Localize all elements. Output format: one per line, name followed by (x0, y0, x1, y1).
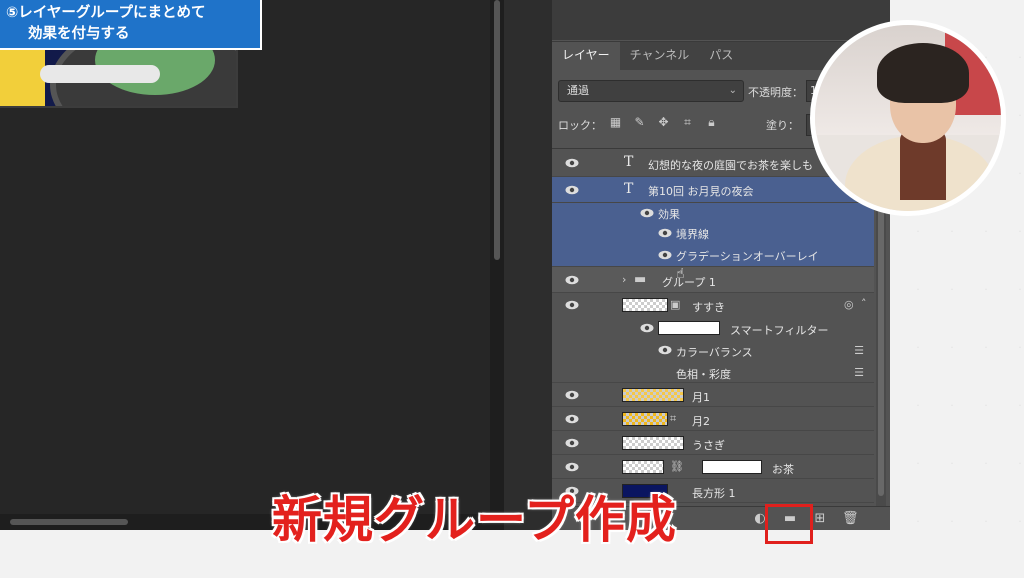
canvas-vertical-scrollbar[interactable] (490, 0, 504, 530)
eye-icon[interactable] (565, 438, 579, 448)
smart-object-icon: ▣ (670, 298, 681, 311)
eye-icon[interactable] (640, 208, 654, 218)
layer-thumbnail (622, 436, 684, 450)
layer-name: お茶 (772, 463, 794, 476)
layer-smart-filter-row[interactable]: スマートフィルター (552, 317, 874, 339)
eye-icon[interactable] (565, 300, 579, 310)
trash-icon[interactable]: 🗑︎ (842, 511, 859, 527)
layer-name: 長方形 1 (692, 487, 736, 500)
layer-name: グラデーションオーバーレイ (676, 250, 819, 263)
lock-all-icon[interactable]: 🔒︎ (704, 115, 719, 130)
blend-mode-value: 通過 (567, 84, 589, 97)
chevron-up-icon[interactable]: ˄ (861, 297, 867, 310)
layer-name: スマートフィルター (730, 324, 829, 337)
step-caption: ⑤レイヤーグループにまとめて 効果を付与する (0, 0, 262, 50)
eye-icon[interactable] (658, 250, 672, 260)
text-layer-icon: T (624, 181, 634, 197)
layer-row[interactable]: 月1 (552, 383, 874, 407)
layers-list: T 幻想的な夜の庭園でお茶を楽しも T 第10回 お月見の夜会 効果 境界線 グ… (552, 148, 874, 506)
lock-position-icon[interactable]: ✥ (656, 115, 671, 130)
filter-blend-icon[interactable]: ☰ (854, 366, 864, 379)
layer-name: 月2 (692, 415, 710, 428)
tab-paths[interactable]: パス (699, 42, 743, 70)
new-group-highlight (765, 504, 813, 544)
shape-icon: ⌗ (670, 412, 677, 425)
layer-name: 効果 (658, 208, 680, 221)
hand-cursor-icon: ☝ (676, 266, 685, 282)
step-caption-line1: ⑤レイヤーグループにまとめて (6, 5, 206, 21)
layer-thumbnail (622, 460, 664, 474)
layer-thumbnail (622, 298, 668, 312)
lock-image-icon[interactable]: ✎ (632, 115, 647, 130)
eye-icon[interactable] (565, 462, 579, 472)
tab-layers[interactable]: レイヤー (552, 42, 620, 70)
layer-row[interactable]: T 第10回 お月見の夜会 (552, 177, 874, 203)
layer-row[interactable]: うさぎ (552, 431, 874, 455)
layer-mask-thumbnail (702, 460, 762, 474)
layer-filter-row[interactable]: カラーバランス ☰ (552, 339, 874, 361)
eye-icon[interactable] (565, 414, 579, 424)
layer-filter-row[interactable]: 色相・彩度 ☰ (552, 361, 874, 383)
tab-channels[interactable]: チャンネル (620, 42, 700, 70)
main-caption: 新規グループ作成 (271, 490, 677, 550)
eye-icon[interactable] (565, 158, 579, 168)
layer-thumbnail (622, 412, 668, 426)
eye-icon[interactable] (565, 185, 579, 195)
layer-effects-row[interactable]: 効果 (552, 203, 874, 223)
presenter-hair (877, 43, 969, 103)
layer-name: 幻想的な夜の庭園でお茶を楽しも (648, 159, 813, 172)
layer-row[interactable]: ⌗ 月2 (552, 407, 874, 431)
layer-name: うさぎ (692, 439, 725, 452)
lock-artboard-icon[interactable]: ⌗ (680, 115, 695, 130)
layer-thumbnail (622, 388, 684, 402)
text-layer-icon: T (624, 154, 634, 170)
filter-options-icon[interactable]: ◎ (844, 298, 854, 311)
blend-mode-select[interactable]: 通過 ⌄ (558, 80, 744, 102)
layer-name: 第10回 お月見の夜会 (648, 185, 754, 198)
opacity-label: 不透明度： (748, 86, 803, 99)
filter-blend-icon[interactable]: ☰ (854, 344, 864, 357)
presenter-webcam (810, 20, 1006, 216)
eye-icon[interactable] (658, 345, 672, 355)
layer-effect-row[interactable]: 境界線 (552, 223, 874, 243)
chevron-right-icon[interactable]: › (622, 273, 626, 286)
link-icon[interactable]: ⛓︎ (670, 460, 684, 473)
chevron-down-icon: ⌄ (728, 85, 737, 96)
eye-icon[interactable] (565, 275, 579, 285)
layer-name: 月1 (692, 391, 710, 404)
layer-group-row[interactable]: › ▬ グループ 1 (552, 267, 874, 293)
filter-mask-thumbnail (658, 321, 720, 335)
canvas-vertical-scroll-thumb[interactable] (494, 0, 500, 260)
lock-transparent-icon[interactable]: ▦ (608, 115, 623, 130)
document-canvas[interactable] (0, 0, 552, 530)
canvas-horizontal-scroll-thumb[interactable] (10, 519, 128, 525)
layer-name: すすき (692, 301, 725, 314)
eye-icon[interactable] (658, 228, 672, 238)
step-caption-line2: 効果を付与する (28, 26, 130, 42)
layer-name: 色相・彩度 (676, 368, 731, 381)
lock-label: ロック： (558, 119, 602, 132)
artwork-cloud (40, 65, 160, 83)
layer-name: グループ 1 (662, 276, 716, 289)
layer-effect-row[interactable]: グラデーションオーバーレイ (552, 243, 874, 267)
layer-name: カラーバランス (676, 346, 753, 359)
panel-dock-gap (504, 0, 552, 530)
layer-name: 境界線 (676, 228, 709, 241)
eye-icon[interactable] (640, 323, 654, 333)
eye-icon[interactable] (565, 390, 579, 400)
new-layer-icon[interactable]: ⊞ (812, 511, 828, 527)
folder-icon: ▬ (634, 272, 647, 287)
artwork-moon (0, 50, 45, 106)
layer-row[interactable]: ▣ すすき ◎ ˄ (552, 293, 874, 317)
lock-icons: ▦ ✎ ✥ ⌗ 🔒︎ (608, 115, 719, 130)
layer-row[interactable]: ⛓︎ お茶 (552, 455, 874, 479)
fill-label: 塗り： (766, 119, 799, 132)
